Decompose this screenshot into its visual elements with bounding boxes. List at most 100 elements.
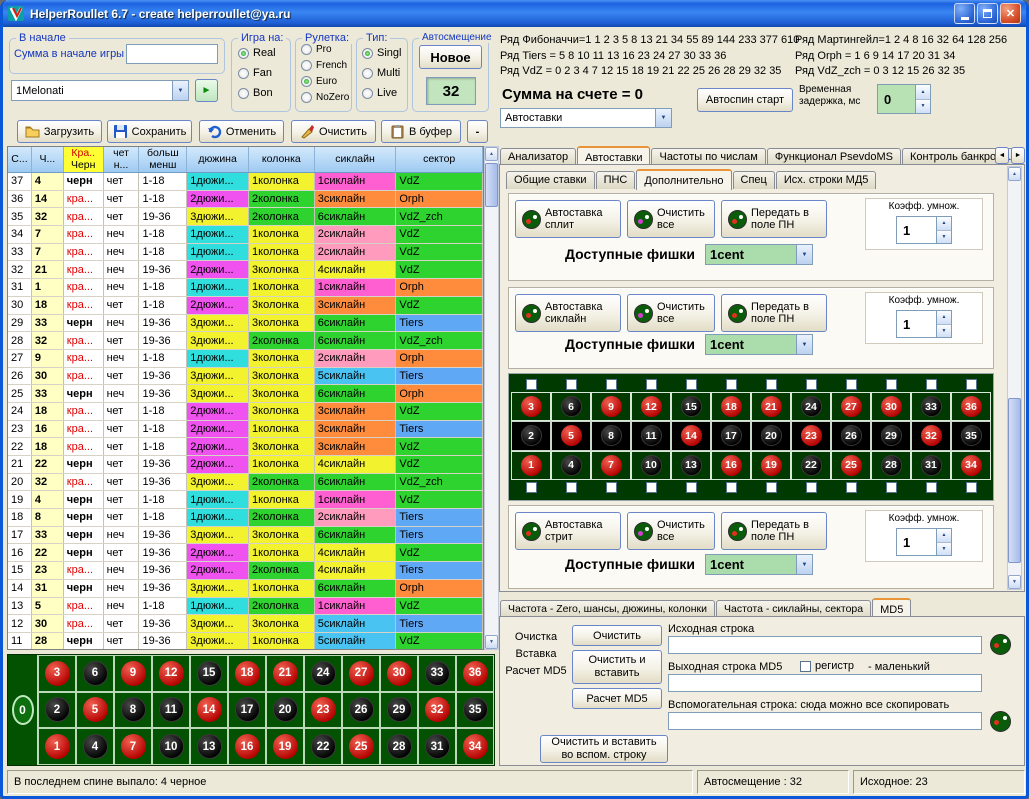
mini-roulette-cell[interactable]: 32: [911, 421, 951, 450]
column-header[interactable]: колонка: [249, 147, 315, 172]
radio-multi[interactable]: Multi: [362, 67, 400, 79]
helper-string-input[interactable]: [668, 712, 982, 730]
spin-row[interactable]: 2218кра...чет1-182дюжи...3колонка3сиклай…: [8, 438, 483, 456]
subtab-additional[interactable]: Дополнительно: [636, 169, 731, 190]
mini-roulette-cell[interactable]: 31: [911, 451, 951, 480]
checkbox[interactable]: [926, 379, 937, 390]
checkbox[interactable]: [646, 379, 657, 390]
autobet-split-button[interactable]: Автоставка сплит: [515, 200, 621, 238]
mini-roulette-cell[interactable]: 19: [751, 451, 791, 480]
spin-row[interactable]: 1230кра...чет19-363дюжи...3колонка5сикла…: [8, 615, 483, 633]
checkbox[interactable]: [806, 379, 817, 390]
scroll-thumb[interactable]: [485, 163, 498, 207]
roulette-cell[interactable]: 31: [418, 728, 456, 765]
roulette-number[interactable]: 16: [235, 734, 260, 759]
roulette-cell[interactable]: 28: [380, 728, 418, 765]
roulette-number[interactable]: 33: [425, 661, 450, 686]
checkbox[interactable]: [726, 482, 737, 493]
mini-roulette-cell[interactable]: 4: [551, 451, 591, 480]
roulette-cell[interactable]: 1: [38, 728, 76, 765]
roulette-cell[interactable]: 33: [418, 655, 456, 692]
chevron-down-icon[interactable]: ▼: [796, 335, 812, 354]
spin-row[interactable]: 1622чернчет19-362дюжи...1колонка4сиклайн…: [8, 544, 483, 562]
roulette-cell[interactable]: 2: [38, 692, 76, 729]
mini-roulette-cell[interactable]: 3: [511, 392, 551, 421]
clear-all-button[interactable]: Очистить все: [627, 200, 715, 238]
mini-roulette-cell[interactable]: 10: [631, 451, 671, 480]
mini-roulette-cell[interactable]: 11: [631, 421, 671, 450]
mini-roulette-cell[interactable]: 34: [951, 451, 991, 480]
transfer-to-pn-button[interactable]: Передать в поле ПН: [721, 512, 827, 550]
roulette-cell[interactable]: 14: [190, 692, 228, 729]
chips-combobox[interactable]: 1cent ▼: [705, 554, 813, 575]
transfer-to-pn-button[interactable]: Передать в поле ПН: [721, 200, 827, 238]
roulette-number[interactable]: 32: [425, 697, 450, 722]
spin-row[interactable]: 279кра...неч1-181дюжи...3колонка2сиклайн…: [8, 350, 483, 368]
roulette-cell[interactable]: 4: [76, 728, 114, 765]
roulette-number[interactable]: 10: [159, 734, 184, 759]
roulette-number[interactable]: 33: [921, 396, 942, 417]
checkbox[interactable]: [766, 482, 777, 493]
spin-row[interactable]: 337кра...неч1-181дюжи...1колонка2сиклайн…: [8, 244, 483, 262]
roulette-number[interactable]: 10: [641, 455, 662, 476]
roulette-number[interactable]: 35: [463, 697, 488, 722]
autobets-combobox[interactable]: Автоставки ▼: [500, 108, 672, 128]
roulette-cell[interactable]: 13: [190, 728, 228, 765]
radio-french[interactable]: French: [301, 60, 347, 71]
checkbox[interactable]: [926, 482, 937, 493]
spin-row[interactable]: 3532кра...чет19-363дюжи...2колонка6сикла…: [8, 208, 483, 226]
scroll-thumb[interactable]: [1008, 398, 1021, 563]
spin-row[interactable]: 188чернчет1-181дюжи...2колонка2сиклайнTi…: [8, 509, 483, 527]
new-button[interactable]: Новое: [419, 45, 482, 69]
clear-all-button[interactable]: Очистить все: [627, 512, 715, 550]
radio-singl[interactable]: Singl: [362, 47, 401, 59]
clear-paste-helper-button[interactable]: Очистить и вставить во вспом. строку: [540, 735, 668, 763]
roulette-number[interactable]: 34: [463, 734, 488, 759]
spin-row[interactable]: 2032кра...чет19-363дюжи...2колонка6сикла…: [8, 474, 483, 492]
chevron-down-icon[interactable]: ▼: [796, 555, 812, 574]
roulette-cell[interactable]: 20: [266, 692, 304, 729]
roulette-number[interactable]: 24: [801, 396, 822, 417]
mini-roulette-cell[interactable]: 14: [671, 421, 711, 450]
radio-nozero[interactable]: NoZero: [301, 92, 349, 103]
roulette-number[interactable]: 34: [961, 455, 982, 476]
column-header[interactable]: большменш: [139, 147, 187, 172]
subtab-pns[interactable]: ПНС: [596, 171, 636, 189]
roulette-number[interactable]: 11: [159, 697, 184, 722]
checkbox[interactable]: [566, 482, 577, 493]
save-button[interactable]: Сохранить: [107, 120, 192, 143]
checkbox[interactable]: [526, 482, 537, 493]
mini-roulette-cell[interactable]: 28: [871, 451, 911, 480]
radio-bon[interactable]: Bon: [238, 87, 273, 99]
roulette-number[interactable]: 15: [197, 661, 222, 686]
roulette-number[interactable]: 18: [235, 661, 260, 686]
roulette-number[interactable]: 26: [841, 425, 862, 446]
mini-roulette-cell[interactable]: 9: [591, 392, 631, 421]
roulette-number[interactable]: 1: [521, 455, 542, 476]
scroll-track[interactable]: [1008, 181, 1021, 575]
mini-roulette-cell[interactable]: 24: [791, 392, 831, 421]
column-header[interactable]: С...: [8, 147, 32, 172]
roulette-number[interactable]: 31: [921, 455, 942, 476]
spin-row[interactable]: 135кра...неч1-181дюжи...2колонка1сиклайн…: [8, 598, 483, 616]
md5-clear-button[interactable]: Очистить: [572, 625, 662, 646]
mini-roulette-cell[interactable]: 22: [791, 451, 831, 480]
source-action-button[interactable]: [988, 632, 1012, 656]
checkbox[interactable]: [606, 379, 617, 390]
column-header[interactable]: Ч...: [32, 147, 64, 172]
roulette-number[interactable]: 35: [961, 425, 982, 446]
roulette-number[interactable]: 16: [721, 455, 742, 476]
delay-spinner[interactable]: 0 ▲▼: [877, 84, 931, 114]
chevron-down-icon[interactable]: ▼: [172, 81, 188, 100]
spin-row[interactable]: 2122чернчет19-362дюжи...1колонка4сиклайн…: [8, 456, 483, 474]
spin-row[interactable]: 2933черннеч19-363дюжи...3колонка6сиклайн…: [8, 315, 483, 333]
mini-roulette-cell[interactable]: 15: [671, 392, 711, 421]
profile-combobox[interactable]: 1Melonati ▼: [11, 80, 189, 101]
spin-row[interactable]: 1128чернчет19-363дюжи...1колонка5сиклайн…: [8, 633, 483, 650]
spin-row[interactable]: 374чернчет1-181дюжи...1колонка1сиклайнVd…: [8, 173, 483, 191]
scroll-up-button[interactable]: ▲: [1008, 167, 1021, 181]
mini-roulette-cell[interactable]: 27: [831, 392, 871, 421]
roulette-cell[interactable]: 29: [380, 692, 418, 729]
transfer-to-pn-button[interactable]: Передать в поле ПН: [721, 294, 827, 332]
tab-scroll-left-button[interactable]: ◄: [995, 147, 1009, 164]
